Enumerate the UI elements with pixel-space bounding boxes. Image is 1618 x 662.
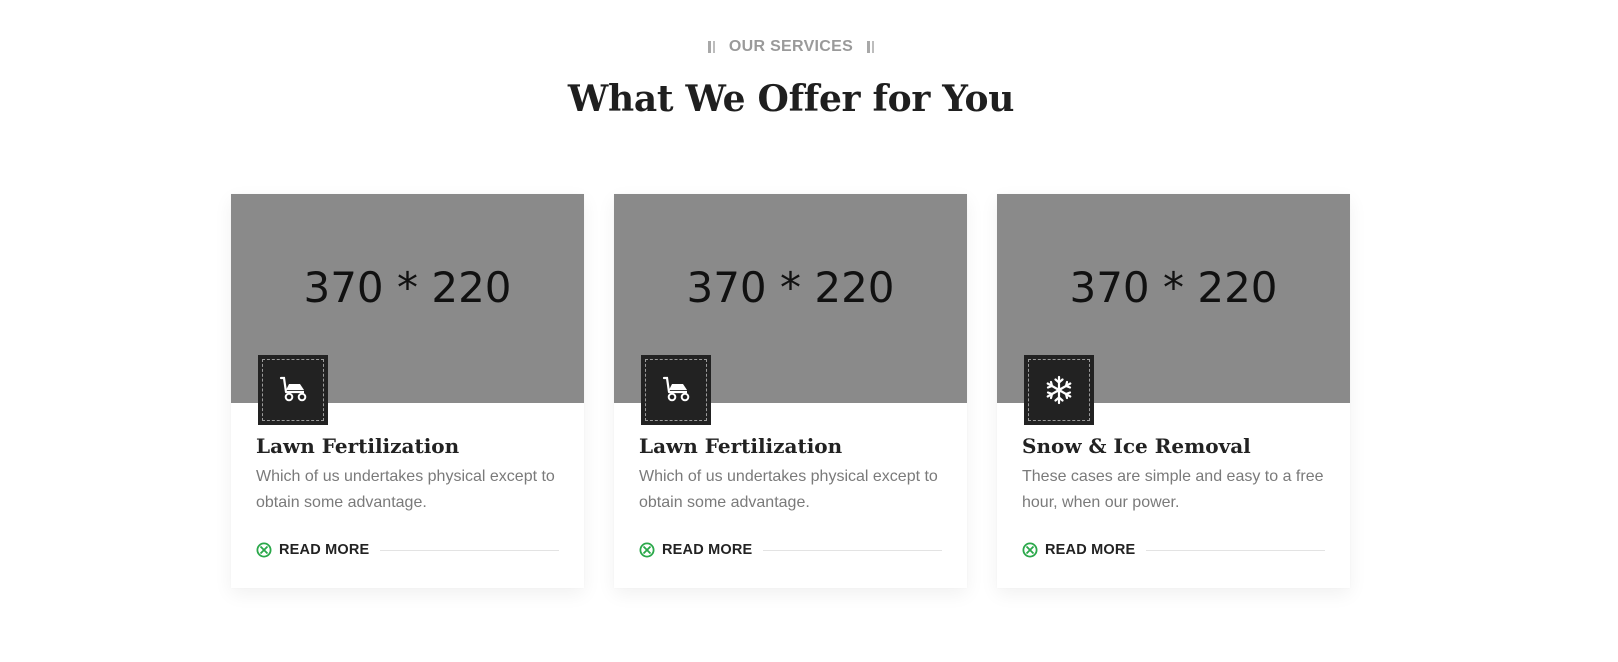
card-description: Which of us undertakes physical except t… xyxy=(256,468,555,511)
clover-icon xyxy=(639,542,655,558)
lawn-mower-icon xyxy=(662,376,690,402)
section-title: What We Offer for You xyxy=(567,78,1015,120)
snowflake-icon xyxy=(1046,375,1072,405)
read-more-link[interactable]: READ MORE xyxy=(639,542,942,558)
card-description: Which of us undertakes physical except t… xyxy=(639,468,938,511)
card-image-label: 370 * 220 xyxy=(1069,263,1278,312)
clover-icon xyxy=(256,542,272,558)
card-description: These cases are simple and easy to a fre… xyxy=(1022,468,1324,511)
card-title[interactable]: Lawn Fertilization xyxy=(256,434,459,458)
service-icon-box xyxy=(258,355,328,425)
read-more-link[interactable]: READ MORE xyxy=(1022,542,1325,558)
read-more-link[interactable]: READ MORE xyxy=(256,542,559,558)
read-more-divider xyxy=(1146,549,1325,551)
clover-icon xyxy=(1022,542,1038,558)
read-more-label[interactable]: READ MORE xyxy=(279,542,369,558)
tagline-right-bars-icon xyxy=(867,40,875,54)
tagline-left-bars-icon xyxy=(707,40,715,54)
section-tagline: OUR SERVICES xyxy=(0,38,1582,56)
tagline-text: OUR SERVICES xyxy=(728,38,854,55)
service-icon-box xyxy=(641,355,711,425)
service-card: 370 * 220 Snow & Ice Removal These cases… xyxy=(997,194,1350,588)
card-title[interactable]: Snow & Ice Removal xyxy=(1022,434,1251,458)
read-more-label[interactable]: READ MORE xyxy=(1045,542,1135,558)
service-card: 370 * 220 Lawn Fertilization Which of us… xyxy=(614,194,967,588)
read-more-divider xyxy=(763,549,942,551)
lawn-mower-icon xyxy=(279,376,307,402)
service-icon-box xyxy=(1024,355,1094,425)
service-cards: 370 * 220 Lawn Fertilization Which of us… xyxy=(231,194,1350,588)
card-title[interactable]: Lawn Fertilization xyxy=(639,434,842,458)
card-image-label: 370 * 220 xyxy=(303,263,512,312)
read-more-label[interactable]: READ MORE xyxy=(662,542,752,558)
service-card: 370 * 220 Lawn Fertilization Which of us… xyxy=(231,194,584,588)
card-image-label: 370 * 220 xyxy=(686,263,895,312)
read-more-divider xyxy=(380,549,559,551)
